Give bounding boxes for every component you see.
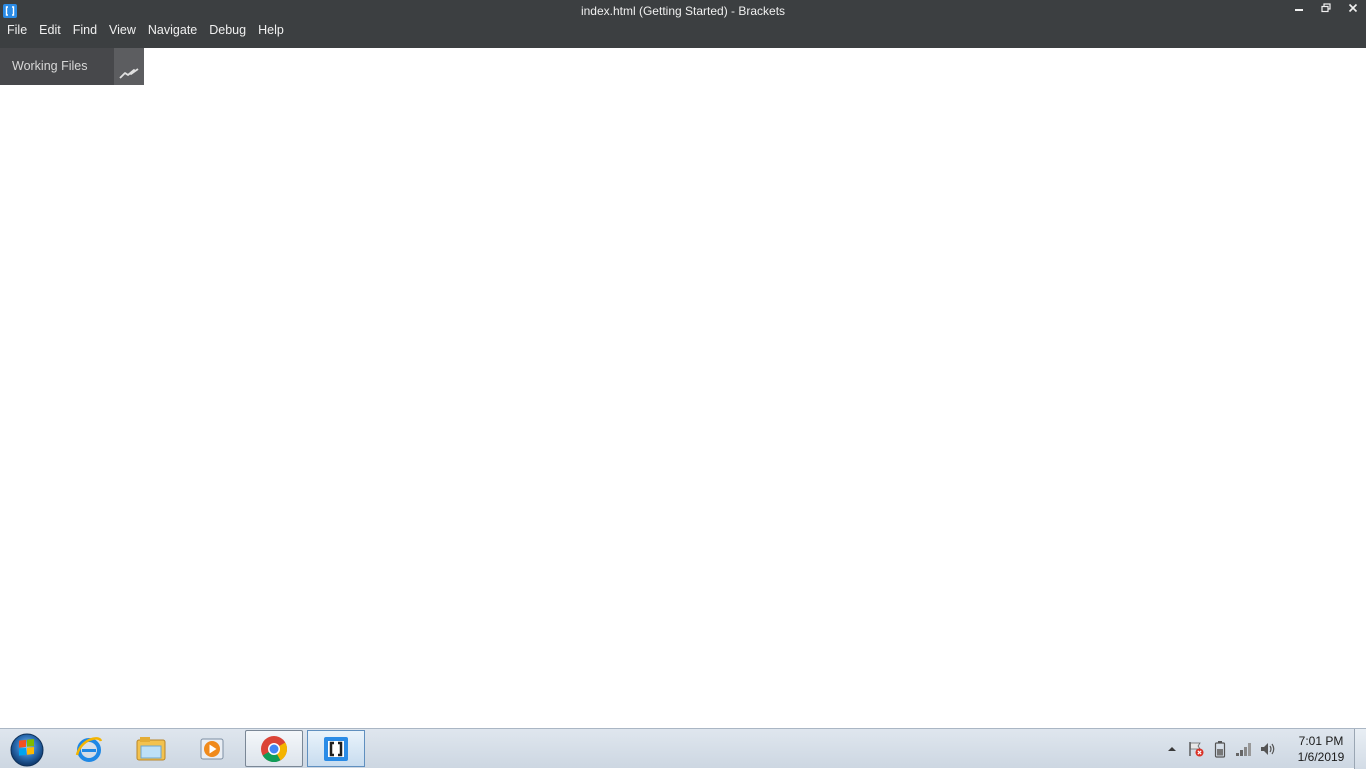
minimize-icon: [1294, 9, 1303, 11]
windows-start-icon: [10, 733, 44, 767]
chevron-up-icon: [1168, 747, 1176, 751]
menu-file[interactable]: File: [0, 20, 33, 40]
network-signal-icon: [1236, 743, 1251, 756]
clock-time: 7:01 PM: [1298, 734, 1344, 748]
chrome-icon: [261, 735, 288, 762]
close-icon: [1348, 3, 1357, 13]
taskbar-brackets[interactable]: [307, 730, 365, 767]
media-player-icon: [200, 738, 224, 759]
battery-icon: [1214, 741, 1226, 758]
taskbar-chrome[interactable]: [245, 730, 303, 767]
show-hidden-icons-button[interactable]: [1160, 737, 1184, 761]
network-button[interactable]: [1232, 737, 1256, 761]
minimize-button[interactable]: [1285, 0, 1312, 16]
working-files-label[interactable]: Working Files: [12, 59, 87, 73]
menu-debug[interactable]: Debug: [203, 20, 252, 40]
battery-button[interactable]: [1208, 737, 1232, 761]
restore-button[interactable]: [1312, 0, 1339, 16]
title-bar: index.html (Getting Started) - Brackets …: [0, 0, 1366, 48]
live-preview-button[interactable]: [114, 48, 144, 85]
action-center-button[interactable]: [1184, 737, 1208, 761]
show-desktop-button[interactable]: [1354, 729, 1366, 769]
action-center-flag-icon: [1189, 742, 1204, 757]
menu-navigate[interactable]: Navigate: [142, 20, 203, 40]
menu-bar: File Edit Find View Navigate Debug Help: [0, 20, 290, 40]
editor-area[interactable]: [0, 85, 1366, 728]
sidebar-header: Working Files: [0, 48, 144, 85]
menu-view[interactable]: View: [103, 20, 142, 40]
restore-icon: [1320, 3, 1331, 13]
brackets-icon: [324, 736, 348, 761]
window-title: index.html (Getting Started) - Brackets: [580, 4, 786, 18]
taskbar-internet-explorer[interactable]: [60, 730, 118, 767]
file-explorer-icon: [136, 736, 166, 760]
taskbar-clock[interactable]: 7:01 PM 1/6/2019: [1290, 733, 1352, 765]
taskbar: 7:01 PM 1/6/2019: [0, 728, 1366, 769]
taskbar-media-player[interactable]: [183, 730, 241, 767]
internet-explorer-icon: [75, 736, 103, 762]
window-controls: [1285, 0, 1366, 16]
menu-edit[interactable]: Edit: [33, 20, 67, 40]
speaker-icon: [1261, 743, 1275, 755]
menu-help[interactable]: Help: [252, 20, 290, 40]
menu-find[interactable]: Find: [67, 20, 103, 40]
clock-date: 1/6/2019: [1297, 750, 1345, 764]
close-button[interactable]: [1339, 0, 1366, 16]
start-button[interactable]: [6, 731, 48, 767]
volume-button[interactable]: [1256, 737, 1280, 761]
taskbar-file-explorer[interactable]: [122, 730, 180, 767]
system-tray: 7:01 PM 1/6/2019: [1160, 729, 1352, 769]
live-preview-icon: [119, 68, 139, 79]
